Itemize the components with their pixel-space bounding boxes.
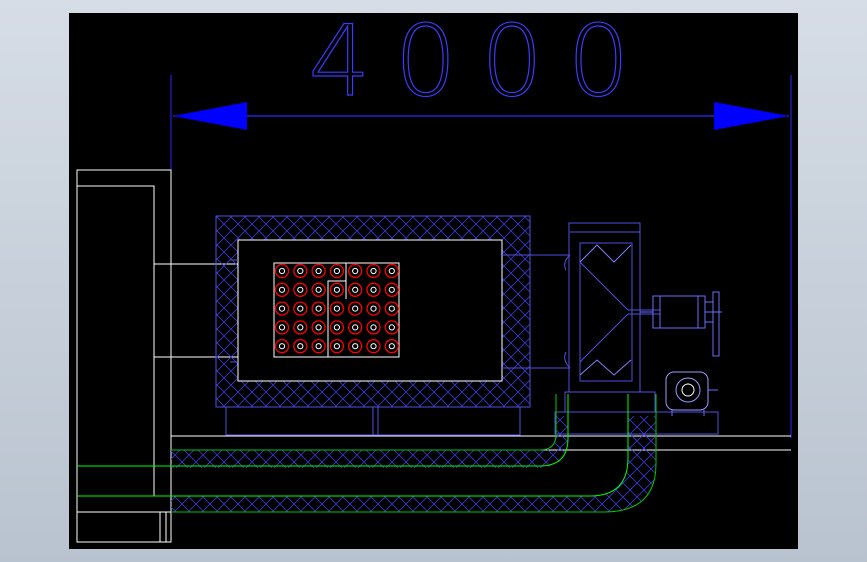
left-wall [76, 169, 238, 543]
tube-bank [273, 262, 400, 358]
dimension-value: 4000 [308, 5, 653, 119]
cad-drawing: 4000 [76, 4, 792, 543]
dimension-arrow-left [173, 102, 247, 130]
fan-motor [640, 291, 722, 416]
cad-workspace: 4000 [0, 0, 867, 562]
floor-line [171, 435, 791, 451]
dimension-arrow-right [714, 102, 789, 130]
